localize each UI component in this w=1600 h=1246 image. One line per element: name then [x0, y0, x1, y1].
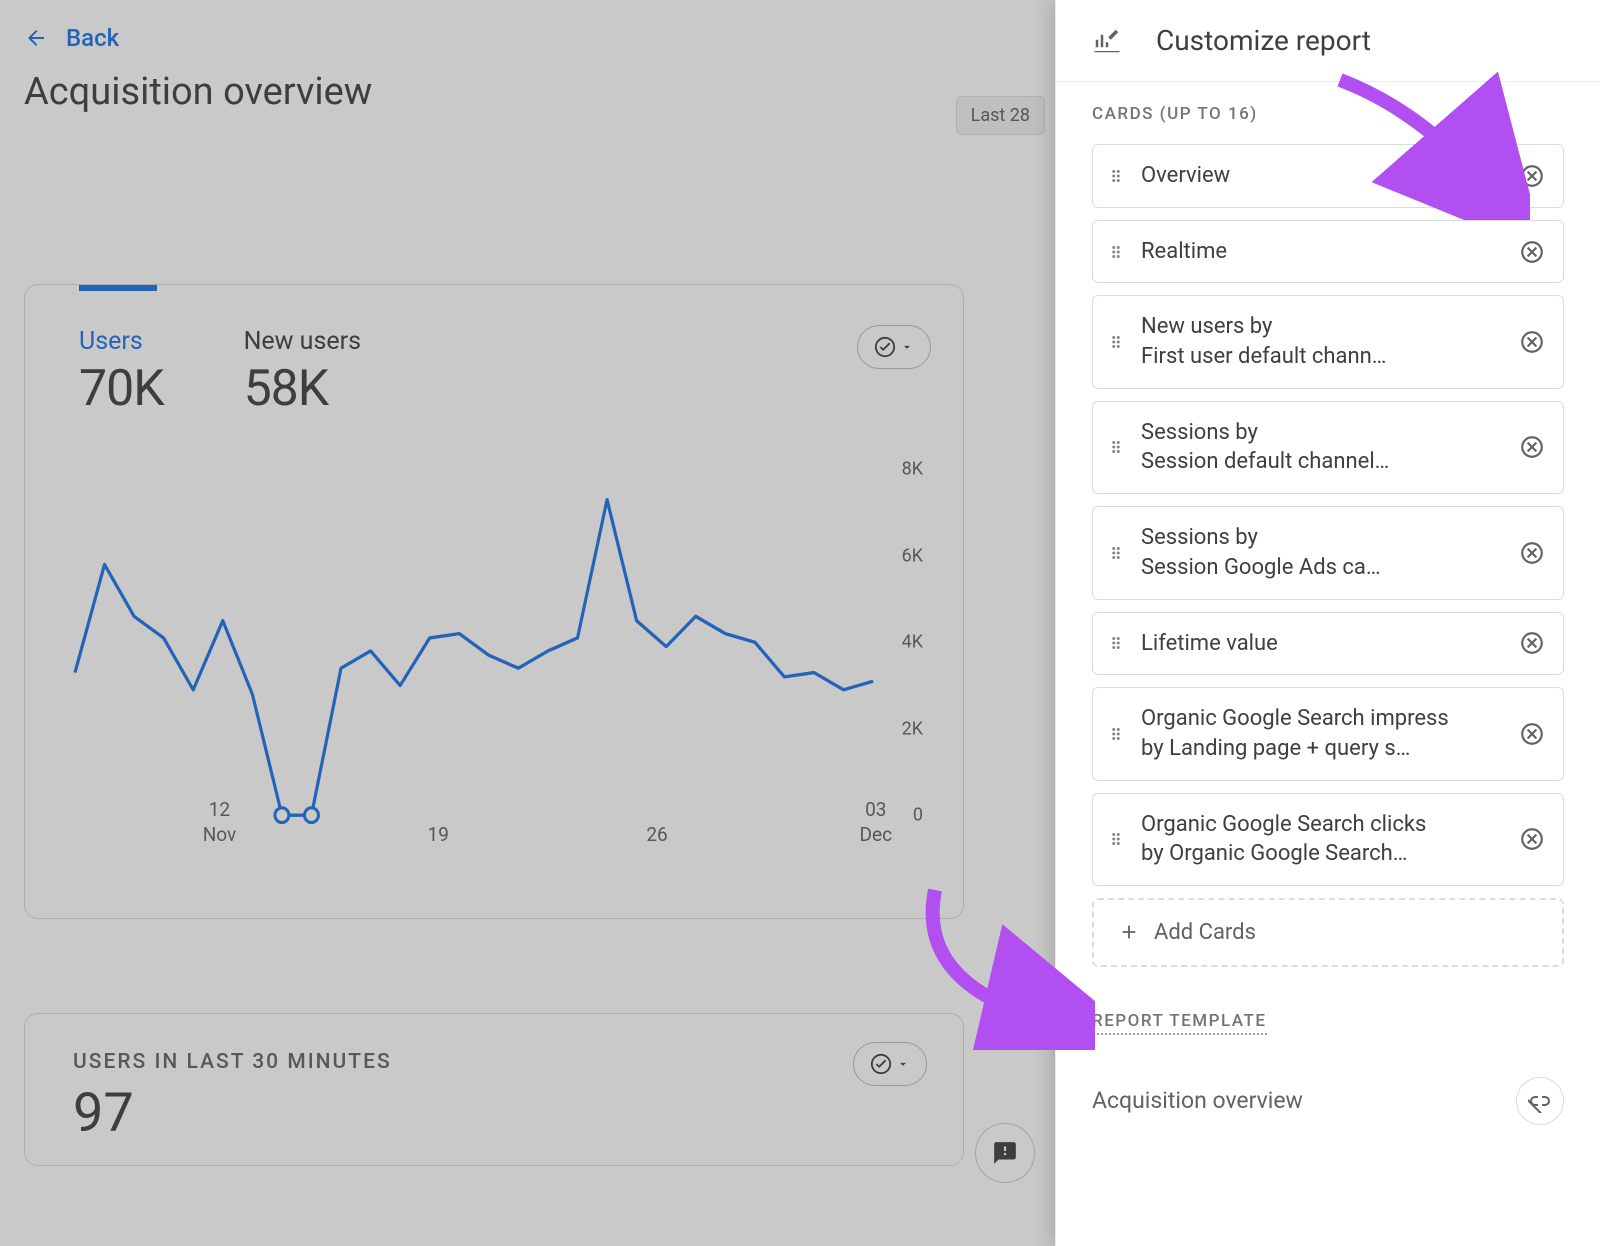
card-item[interactable]: Overview [1092, 144, 1564, 208]
overview-card: Users 70K New users 58K 0 2K 4K 6K 8K [24, 284, 964, 919]
line-chart-svg [65, 438, 923, 878]
card-item[interactable]: New users byFirst user default chann… [1092, 295, 1564, 388]
report-template-section: REPORT TEMPLATE Acquisition overview [1092, 1011, 1564, 1125]
remove-card-button[interactable] [1519, 329, 1545, 355]
unlink-template-button[interactable] [1516, 1077, 1564, 1125]
card-item-label: Overview [1141, 161, 1519, 191]
remove-card-button[interactable] [1519, 239, 1545, 265]
unlink-icon [1528, 1089, 1552, 1113]
arrow-left-icon [24, 26, 48, 50]
report-area: Back Acquisition overview Last 28 Users … [0, 0, 1055, 1246]
card-item-label: New users byFirst user default chann… [1141, 312, 1519, 371]
metric-users-label: Users [79, 327, 164, 356]
drag-handle-icon [1107, 243, 1125, 261]
metric-new-users-value: 58K [244, 360, 361, 418]
remove-card-button[interactable] [1519, 434, 1545, 460]
x-axis-tick: 19 [428, 822, 449, 848]
y-axis-tick: 6K [902, 545, 923, 566]
remove-card-button[interactable] [1519, 163, 1545, 189]
card-item-label: Organic Google Search impressby Landing … [1141, 704, 1519, 763]
customize-report-panel: Customize report CARDS (UP TO 16) Overvi… [1055, 0, 1600, 1246]
card-item-label: Lifetime value [1141, 629, 1519, 659]
drag-handle-icon [1107, 544, 1125, 562]
card-options-button[interactable] [857, 325, 931, 369]
remove-card-button[interactable] [1519, 540, 1545, 566]
plus-icon [1118, 921, 1140, 943]
active-tab-indicator [79, 285, 157, 291]
metric-users[interactable]: Users 70K [79, 327, 164, 418]
panel-body: CARDS (UP TO 16) Overview Realtime New use… [1056, 82, 1600, 1246]
realtime-card: USERS IN LAST 30 MINUTES 97 [24, 1013, 964, 1166]
drag-handle-icon [1107, 725, 1125, 743]
customize-report-icon [1092, 26, 1122, 56]
back-button[interactable]: Back [24, 24, 1055, 52]
chevron-down-icon [900, 340, 914, 354]
card-item-label: Sessions bySession Google Ads ca… [1141, 523, 1519, 582]
panel-header: Customize report [1056, 0, 1600, 82]
add-cards-label: Add Cards [1154, 920, 1256, 945]
card-item[interactable]: Organic Google Search clicksby Organic G… [1092, 793, 1564, 886]
realtime-card-title: USERS IN LAST 30 MINUTES [73, 1050, 915, 1074]
remove-card-button[interactable] [1519, 630, 1545, 656]
page-title: Acquisition overview [24, 70, 1055, 114]
x-axis-tick: 12Nov [203, 797, 236, 848]
remove-card-button[interactable] [1519, 826, 1545, 852]
check-circle-icon [874, 336, 896, 358]
drag-handle-icon [1107, 333, 1125, 351]
add-cards-button[interactable]: Add Cards [1092, 898, 1564, 967]
drag-handle-icon [1107, 830, 1125, 848]
metric-users-value: 70K [79, 360, 164, 418]
card-item[interactable]: Lifetime value [1092, 612, 1564, 676]
cards-section-label: CARDS (UP TO 16) [1092, 104, 1564, 124]
card-item-label: Organic Google Search clicksby Organic G… [1141, 810, 1519, 869]
card-item[interactable]: Realtime [1092, 220, 1564, 284]
y-axis-tick: 8K [902, 459, 923, 480]
x-axis-tick: 03Dec [860, 797, 893, 848]
card-item-label: Sessions bySession default channel… [1141, 418, 1519, 477]
metric-new-users[interactable]: New users 58K [244, 327, 361, 418]
feedback-button[interactable] [975, 1123, 1035, 1183]
y-axis-tick: 2K [902, 718, 923, 739]
y-axis-tick: 0 [913, 805, 923, 826]
panel-title: Customize report [1156, 24, 1371, 57]
card-item[interactable]: Organic Google Search impressby Landing … [1092, 687, 1564, 780]
x-axis-tick: 26 [646, 822, 667, 848]
drag-handle-icon [1107, 438, 1125, 456]
check-circle-icon [870, 1053, 892, 1075]
drag-handle-icon [1107, 167, 1125, 185]
date-range-pill[interactable]: Last 28 [956, 96, 1045, 135]
card-item[interactable]: Sessions bySession default channel… [1092, 401, 1564, 494]
line-chart: 0 2K 4K 6K 8K 12Nov 19 26 03Dec [65, 438, 923, 878]
back-label: Back [66, 24, 119, 52]
template-name: Acquisition overview [1092, 1087, 1303, 1114]
drag-handle-icon [1107, 634, 1125, 652]
remove-card-button[interactable] [1519, 721, 1545, 747]
y-axis-tick: 4K [902, 632, 923, 653]
cards-list: Overview Realtime New users byFirst user d… [1092, 144, 1564, 886]
template-section-label: REPORT TEMPLATE [1092, 1011, 1267, 1035]
metric-new-users-label: New users [244, 327, 361, 356]
feedback-icon [992, 1140, 1018, 1166]
card-item-label: Realtime [1141, 237, 1519, 267]
card-item[interactable]: Sessions bySession Google Ads ca… [1092, 506, 1564, 599]
chevron-down-icon [896, 1057, 910, 1071]
realtime-card-options-button[interactable] [853, 1042, 927, 1086]
realtime-card-value: 97 [73, 1082, 915, 1145]
